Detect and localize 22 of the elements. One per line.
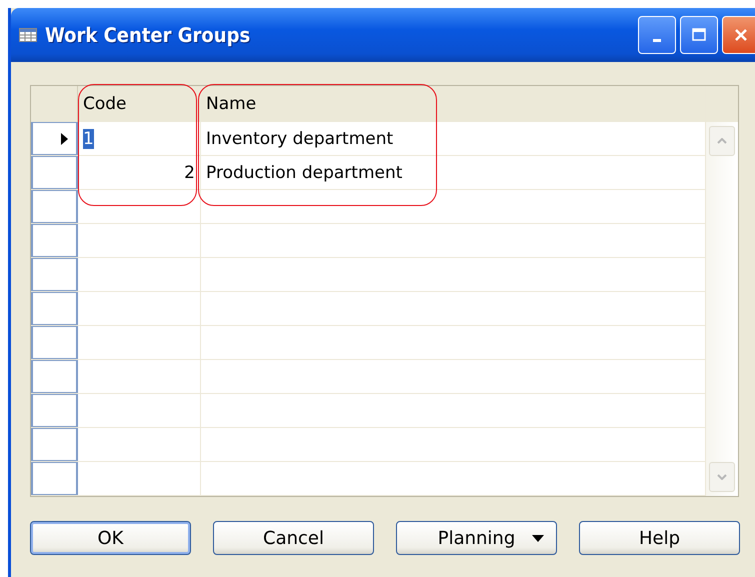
dialog-button[interactable]: Cancel: [213, 521, 374, 555]
table-cell[interactable]: 1: [78, 122, 201, 155]
dropdown-button[interactable]: Planning: [396, 521, 557, 555]
maximize-button[interactable]: [680, 16, 718, 54]
column-header[interactable]: Name: [201, 86, 706, 122]
close-icon: [733, 27, 749, 43]
maximize-icon: [691, 27, 707, 43]
window-title: Work Center Groups: [45, 23, 252, 47]
dialog-button[interactable]: OK: [30, 521, 191, 555]
scroll-down-icon[interactable]: [709, 462, 735, 492]
close-button[interactable]: [722, 16, 755, 54]
caret-icon: [532, 534, 544, 542]
scrollbar[interactable]: [706, 122, 738, 496]
current-row-icon: [61, 132, 68, 144]
scroll-up-icon[interactable]: [709, 126, 735, 156]
table-icon: [19, 28, 37, 42]
table-cell[interactable]: 2: [78, 156, 201, 189]
minimize-icon: [653, 38, 661, 42]
row-selector[interactable]: [31, 122, 78, 155]
dialog-button[interactable]: Help: [579, 521, 740, 555]
column-header[interactable]: Code: [78, 86, 201, 122]
minimize-button[interactable]: [638, 16, 676, 54]
